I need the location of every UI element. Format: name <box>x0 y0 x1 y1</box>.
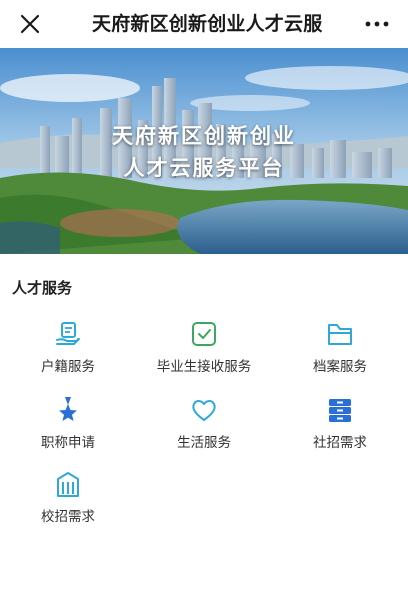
service-item-social-recruit[interactable]: 社招需求 <box>272 396 408 460</box>
service-label: 校招需求 <box>41 509 95 525</box>
service-label: 职称申请 <box>41 435 95 451</box>
service-label: 社招需求 <box>313 435 367 451</box>
page-title: 天府新区创新创业人才云服 <box>92 13 323 35</box>
heart-icon <box>192 400 216 421</box>
folder-icon <box>328 324 352 345</box>
hand-card-icon <box>56 322 80 345</box>
service-item-life[interactable]: 生活服务 <box>136 396 272 460</box>
section-title: 人才服务 <box>12 279 73 297</box>
city-skyline-illustration <box>0 48 408 254</box>
service-item-household[interactable]: 户籍服务 <box>0 320 136 384</box>
building-icon <box>57 472 79 497</box>
banner-title-line2: 人才云服务平台 <box>123 156 285 180</box>
service-item-graduate[interactable]: 毕业生接收服务 <box>136 320 272 384</box>
service-item-archive[interactable]: 档案服务 <box>272 320 408 384</box>
banner-title-line1: 天府新区创新创业 <box>112 124 296 148</box>
service-label: 户籍服务 <box>41 359 95 375</box>
service-item-campus-recruit[interactable]: 校招需求 <box>0 470 136 534</box>
navbar: 天府新区创新创业人才云服 <box>0 0 408 48</box>
service-label: 毕业生接收服务 <box>156 359 252 375</box>
drawer-icon <box>329 399 351 422</box>
check-box-icon <box>192 322 216 346</box>
service-item-title-apply[interactable]: 职称申请 <box>0 396 136 460</box>
close-icon[interactable] <box>18 12 42 36</box>
service-label: 档案服务 <box>313 359 367 375</box>
star-ribbon-icon <box>59 397 77 421</box>
more-dots-icon[interactable] <box>364 18 390 30</box>
service-label: 生活服务 <box>177 435 231 451</box>
banner-image[interactable]: 天府新区创新创业 人才云服务平台 <box>0 48 408 254</box>
